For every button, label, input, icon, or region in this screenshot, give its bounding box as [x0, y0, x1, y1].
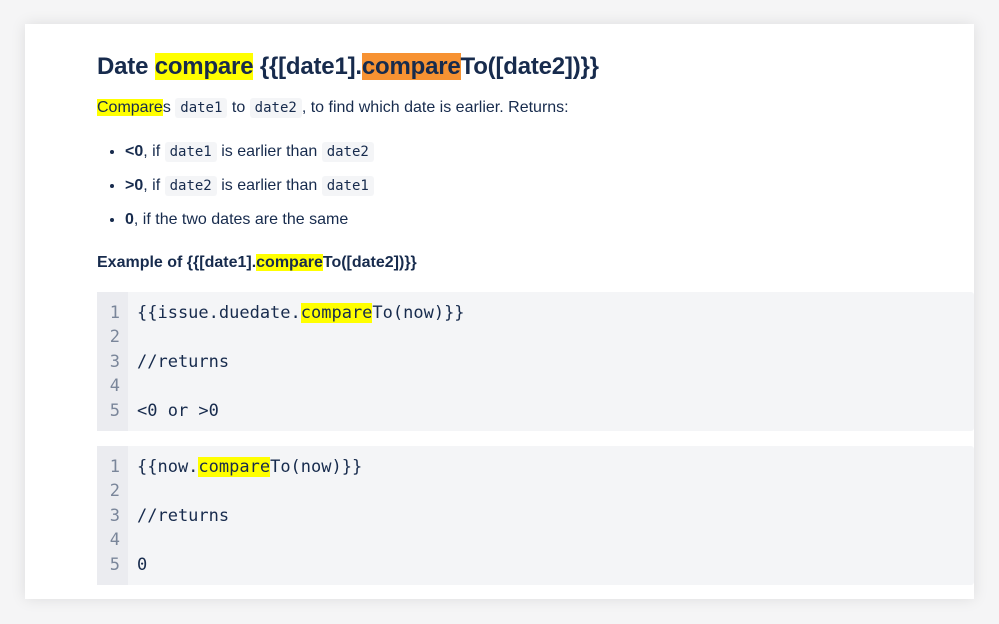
line-number: 4	[109, 376, 120, 397]
inline-code: date1	[164, 142, 217, 162]
search-highlight: compare	[154, 53, 254, 80]
search-highlight-current: compare	[361, 53, 461, 80]
code-line: {{issue.duedate.compareTo(now)}}	[137, 301, 465, 325]
line-number: 2	[109, 481, 120, 502]
title-text: To([date2])}}	[460, 53, 599, 80]
code-line: 0	[137, 554, 148, 575]
list-item: <0, if date1 is earlier than date2	[125, 140, 374, 164]
return-value: <0	[125, 143, 144, 160]
inline-code: date1	[321, 176, 374, 196]
line-number-gutter: 1 2 3 4 5	[97, 292, 128, 431]
code-line: {{now.compareTo(now)}}	[137, 455, 362, 479]
line-number: 1	[109, 457, 120, 477]
return-value: >0	[125, 177, 144, 194]
line-number-gutter: 1 2 3 4 5	[97, 446, 128, 585]
list-text: , if	[143, 143, 165, 160]
intro-text: s	[162, 99, 176, 116]
list-text: , if	[143, 177, 165, 194]
inline-code: date2	[321, 142, 374, 162]
doc-card: Date compare {{[date1].compareTo([date2]…	[25, 24, 974, 599]
code-line: <0 or >0	[137, 400, 219, 421]
line-number: 2	[109, 327, 120, 348]
returns-list: <0, if date1 is earlier than date2 >0, i…	[97, 140, 374, 242]
line-number: 3	[109, 351, 120, 372]
title-text: {{[date1].	[253, 53, 362, 80]
list-item: >0, if date2 is earlier than date1	[125, 174, 374, 198]
list-text: is earlier than	[216, 177, 322, 194]
inline-code: date2	[164, 176, 217, 196]
code-text: To(now)}}	[270, 457, 363, 477]
code-text: To(now)}}	[372, 303, 465, 323]
code-lines: {{now.compareTo(now)}} //returns 0	[128, 446, 362, 585]
line-number: 3	[109, 505, 120, 526]
intro-text: to	[227, 99, 250, 116]
code-text: {{now.	[137, 457, 199, 477]
heading-text: Example of {{[date1].	[97, 254, 257, 271]
heading-text: To([date2])}}	[322, 254, 417, 271]
intro-text: , to find which date is earlier. Returns…	[301, 99, 569, 116]
line-number: 1	[109, 303, 120, 323]
title-text: Date	[97, 53, 155, 80]
code-block[interactable]: 1 2 3 4 5 {{now.compareTo(now)}} //retur…	[97, 446, 974, 585]
line-number: 5	[109, 554, 120, 575]
code-line: //returns	[137, 351, 230, 372]
search-highlight: compare	[300, 303, 373, 323]
code-line: //returns	[137, 505, 230, 526]
line-number: 4	[109, 530, 120, 551]
code-text: {{issue.duedate.	[137, 303, 301, 323]
line-number: 5	[109, 400, 120, 421]
code-block[interactable]: 1 2 3 4 5 {{issue.duedate.compareTo(now)…	[97, 292, 974, 431]
return-value: 0	[125, 211, 134, 228]
inline-code: date2	[249, 98, 302, 118]
code-lines: {{issue.duedate.compareTo(now)}} //retur…	[128, 292, 465, 431]
example-heading: Example of {{[date1].compareTo([date2])}…	[97, 251, 417, 275]
search-highlight: compare	[198, 457, 271, 477]
list-text: is earlier than	[216, 143, 322, 160]
list-item: 0, if the two dates are the same	[125, 208, 374, 232]
intro-paragraph: Compares date1 to date2, to find which d…	[97, 96, 569, 120]
search-highlight: compare	[256, 254, 323, 271]
search-highlight: Compare	[97, 99, 163, 116]
page-title: Date compare {{[date1].compareTo([date2]…	[97, 51, 599, 83]
inline-code: date1	[175, 98, 228, 118]
list-text: , if the two dates are the same	[133, 211, 349, 228]
